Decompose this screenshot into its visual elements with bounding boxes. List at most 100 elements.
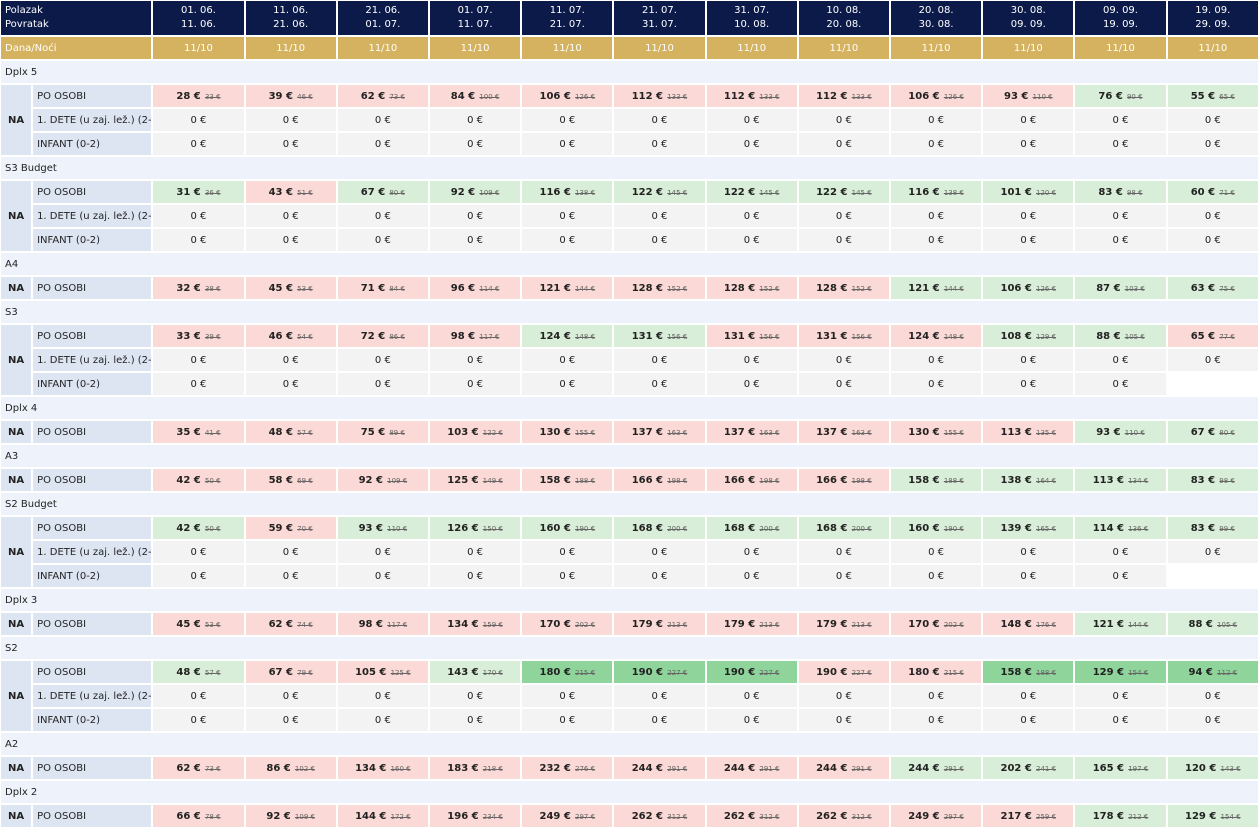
price-cell[interactable]: 244 € 291 € xyxy=(706,757,797,779)
price-cell[interactable]: 121 € 144 € xyxy=(522,277,613,299)
price-cell[interactable]: 137 € 163 € xyxy=(798,421,889,443)
price-cell[interactable]: 42 € 50 € xyxy=(153,517,244,539)
price-cell[interactable]: 83 € 99 € xyxy=(1167,517,1258,539)
price-cell[interactable]: 165 € 197 € xyxy=(1075,757,1166,779)
price-cell[interactable]: 103 € 122 € xyxy=(429,421,521,443)
price-cell[interactable]: 28 € 33 € xyxy=(153,85,244,107)
price-cell[interactable]: 128 € 152 € xyxy=(614,277,705,299)
price-cell[interactable]: 84 € 100 € xyxy=(429,85,521,107)
price-cell[interactable]: 137 € 163 € xyxy=(706,421,797,443)
price-cell[interactable]: 180 € 215 € xyxy=(522,661,613,683)
price-cell[interactable]: 114 € 136 € xyxy=(1075,517,1166,539)
price-cell[interactable]: 179 € 213 € xyxy=(706,613,797,635)
price-cell[interactable]: 126 € 150 € xyxy=(429,517,521,539)
price-cell[interactable]: 105 € 125 € xyxy=(337,661,428,683)
price-cell[interactable]: 190 € 227 € xyxy=(706,661,797,683)
price-cell[interactable]: 131 € 156 € xyxy=(706,325,797,347)
price-cell[interactable]: 180 € 215 € xyxy=(890,661,982,683)
price-cell[interactable]: 92 € 109 € xyxy=(245,805,336,827)
price-cell[interactable]: 179 € 213 € xyxy=(798,613,889,635)
price-cell[interactable]: 158 € 188 € xyxy=(522,469,613,491)
price-cell[interactable]: 113 € 135 € xyxy=(983,421,1074,443)
price-cell[interactable]: 178 € 212 € xyxy=(1075,805,1166,827)
price-cell[interactable]: 262 € 312 € xyxy=(798,805,889,827)
price-cell[interactable]: 170 € 202 € xyxy=(890,613,982,635)
price-cell[interactable]: 39 € 46 € xyxy=(245,85,336,107)
price-cell[interactable]: 87 € 103 € xyxy=(1075,277,1166,299)
price-cell[interactable]: 134 € 160 € xyxy=(337,757,428,779)
price-cell[interactable]: 45 € 53 € xyxy=(245,277,336,299)
price-cell[interactable]: 144 € 172 € xyxy=(337,805,428,827)
price-cell[interactable]: 131 € 156 € xyxy=(614,325,705,347)
price-cell[interactable]: 63 € 75 € xyxy=(1167,277,1258,299)
price-cell[interactable]: 130 € 155 € xyxy=(890,421,982,443)
price-cell[interactable]: 65 € 77 € xyxy=(1167,325,1258,347)
price-cell[interactable]: 158 € 188 € xyxy=(983,661,1074,683)
price-cell[interactable]: 48 € 57 € xyxy=(245,421,336,443)
price-cell[interactable]: 128 € 152 € xyxy=(798,277,889,299)
price-cell[interactable]: 66 € 78 € xyxy=(153,805,244,827)
price-cell[interactable]: 101 € 120 € xyxy=(983,181,1074,203)
price-cell[interactable]: 33 € 39 € xyxy=(153,325,244,347)
price-cell[interactable]: 166 € 198 € xyxy=(798,469,889,491)
price-cell[interactable]: 262 € 312 € xyxy=(614,805,705,827)
price-cell[interactable]: 46 € 54 € xyxy=(245,325,336,347)
price-cell[interactable]: 106 € 126 € xyxy=(983,277,1074,299)
price-cell[interactable]: 166 € 198 € xyxy=(614,469,705,491)
price-cell[interactable]: 139 € 165 € xyxy=(983,517,1074,539)
price-cell[interactable]: 217 € 259 € xyxy=(983,805,1074,827)
price-cell[interactable]: 244 € 291 € xyxy=(614,757,705,779)
price-cell[interactable]: 88 € 105 € xyxy=(1167,613,1258,635)
price-cell[interactable]: 112 € 133 € xyxy=(614,85,705,107)
price-cell[interactable]: 122 € 145 € xyxy=(706,181,797,203)
price-cell[interactable]: 170 € 202 € xyxy=(522,613,613,635)
price-cell[interactable]: 67 € 79 € xyxy=(245,661,336,683)
price-cell[interactable]: 262 € 312 € xyxy=(706,805,797,827)
price-cell[interactable]: 168 € 200 € xyxy=(798,517,889,539)
price-cell[interactable]: 88 € 105 € xyxy=(1075,325,1166,347)
price-cell[interactable]: 60 € 71 € xyxy=(1167,181,1258,203)
price-cell[interactable]: 75 € 89 € xyxy=(337,421,428,443)
price-cell[interactable]: 121 € 144 € xyxy=(1075,613,1166,635)
price-cell[interactable]: 55 € 65 € xyxy=(1167,85,1258,107)
price-cell[interactable]: 116 € 138 € xyxy=(890,181,982,203)
price-cell[interactable]: 121 € 144 € xyxy=(890,277,982,299)
price-cell[interactable]: 72 € 86 € xyxy=(337,325,428,347)
price-cell[interactable]: 190 € 227 € xyxy=(798,661,889,683)
price-cell[interactable]: 71 € 84 € xyxy=(337,277,428,299)
price-cell[interactable]: 131 € 156 € xyxy=(798,325,889,347)
price-cell[interactable]: 35 € 41 € xyxy=(153,421,244,443)
price-cell[interactable]: 92 € 109 € xyxy=(337,469,428,491)
price-cell[interactable]: 249 € 297 € xyxy=(890,805,982,827)
price-cell[interactable]: 124 € 148 € xyxy=(890,325,982,347)
price-cell[interactable]: 116 € 138 € xyxy=(522,181,613,203)
price-cell[interactable]: 83 € 98 € xyxy=(1075,181,1166,203)
price-cell[interactable]: 134 € 159 € xyxy=(429,613,521,635)
price-cell[interactable]: 166 € 198 € xyxy=(706,469,797,491)
price-cell[interactable]: 86 € 102 € xyxy=(245,757,336,779)
price-cell[interactable]: 160 € 190 € xyxy=(522,517,613,539)
price-cell[interactable]: 244 € 291 € xyxy=(798,757,889,779)
price-cell[interactable]: 244 € 291 € xyxy=(890,757,982,779)
price-cell[interactable]: 122 € 145 € xyxy=(798,181,889,203)
price-cell[interactable]: 62 € 73 € xyxy=(337,85,428,107)
price-cell[interactable]: 179 € 213 € xyxy=(614,613,705,635)
price-cell[interactable]: 42 € 50 € xyxy=(153,469,244,491)
price-cell[interactable]: 76 € 90 € xyxy=(1075,85,1166,107)
price-cell[interactable]: 106 € 126 € xyxy=(522,85,613,107)
price-cell[interactable]: 32 € 38 € xyxy=(153,277,244,299)
price-cell[interactable]: 98 € 117 € xyxy=(429,325,521,347)
price-cell[interactable]: 92 € 109 € xyxy=(429,181,521,203)
price-cell[interactable]: 129 € 154 € xyxy=(1075,661,1166,683)
price-cell[interactable]: 106 € 126 € xyxy=(890,85,982,107)
price-cell[interactable]: 202 € 241 € xyxy=(983,757,1074,779)
price-cell[interactable]: 122 € 145 € xyxy=(614,181,705,203)
price-cell[interactable]: 158 € 188 € xyxy=(890,469,982,491)
price-cell[interactable]: 93 € 110 € xyxy=(337,517,428,539)
price-cell[interactable]: 168 € 200 € xyxy=(614,517,705,539)
price-cell[interactable]: 148 € 176 € xyxy=(983,613,1074,635)
price-cell[interactable]: 112 € 133 € xyxy=(706,85,797,107)
price-cell[interactable]: 94 € 112 € xyxy=(1167,661,1258,683)
price-cell[interactable]: 48 € 57 € xyxy=(153,661,244,683)
price-cell[interactable]: 93 € 110 € xyxy=(983,85,1074,107)
